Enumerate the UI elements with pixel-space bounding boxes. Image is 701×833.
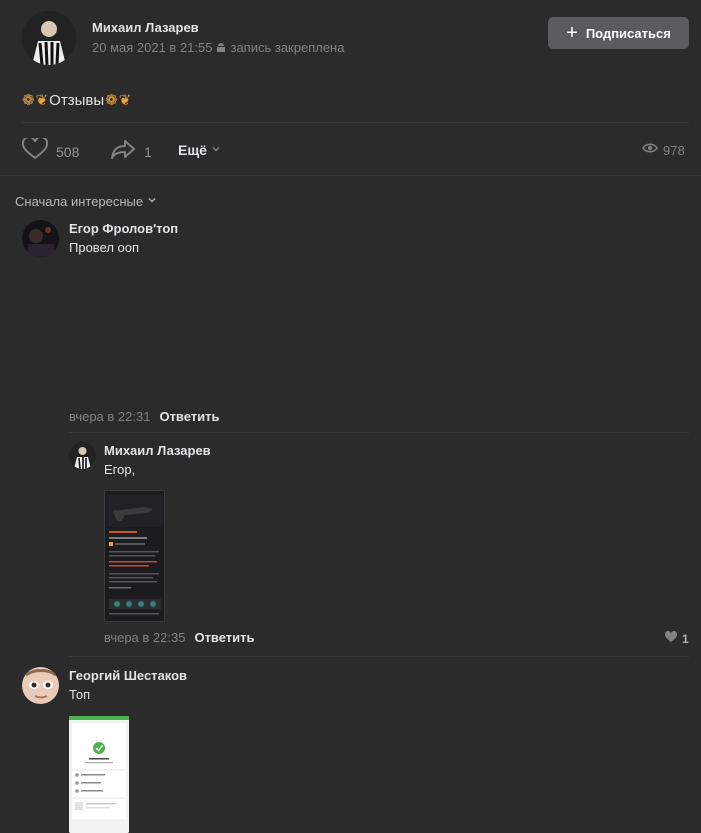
more-button[interactable]: Ещё <box>178 141 221 159</box>
subscribe-label: Подписаться <box>585 25 671 41</box>
comment-author[interactable]: Георгий Шестаков <box>69 668 187 683</box>
comment-divider <box>69 432 689 433</box>
eye-icon <box>642 141 658 159</box>
reply-text: Егор, <box>104 462 136 477</box>
comments-sort-label: Сначала интересные <box>15 193 144 209</box>
views-counter: 978 <box>642 141 685 159</box>
pinned-label: запись закреплена <box>230 40 345 55</box>
comments-sort-dropdown[interactable]: Сначала интересные <box>15 192 157 210</box>
commenter-avatar[interactable] <box>22 220 59 257</box>
comment-text: Топ <box>69 687 91 702</box>
reply-button[interactable]: Ответить <box>194 630 254 645</box>
share-button[interactable]: 1 <box>110 138 152 165</box>
android-icon <box>216 42 226 54</box>
share-arrow-icon <box>110 138 136 165</box>
heart-icon <box>21 135 49 165</box>
post-text-content: Отзывы <box>49 91 105 109</box>
share-count: 1 <box>144 143 152 160</box>
post-date[interactable]: 20 мая 2021 в 21:55 <box>92 40 212 55</box>
autumn-leaf-icon: ❦ <box>35 92 49 109</box>
more-label: Ещё <box>178 142 207 158</box>
post-text: ❁ ❦ Отзывы ❁ ❦ <box>22 91 132 110</box>
comment-footer: вчера в 22:31 Ответить <box>69 409 220 424</box>
maple-leaf-icon: ❁ <box>105 92 118 109</box>
comment-time[interactable]: вчера в 22:31 <box>69 409 150 424</box>
attached-screenshot[interactable] <box>69 716 129 833</box>
chevron-down-icon <box>147 192 157 210</box>
reply-time[interactable]: вчера в 22:35 <box>104 630 185 645</box>
commenter-avatar[interactable] <box>22 667 59 704</box>
like-button[interactable]: 508 <box>21 135 80 165</box>
plus-icon: + <box>566 22 578 44</box>
reply-like-button[interactable]: 1 <box>664 630 689 648</box>
comment-divider <box>69 656 689 657</box>
attached-screenshot[interactable] <box>104 490 165 622</box>
reply-button[interactable]: Ответить <box>159 409 219 424</box>
reply-like-count: 1 <box>682 632 689 646</box>
maple-leaf-icon: ❁ <box>22 92 35 109</box>
author-avatar[interactable] <box>22 11 76 65</box>
subscribe-button[interactable]: + Подписаться <box>548 17 689 49</box>
comment-author[interactable]: Егор Фролов'топ <box>69 221 178 236</box>
heart-icon <box>664 630 678 648</box>
chevron-down-icon <box>211 141 221 159</box>
like-count: 508 <box>56 143 80 160</box>
comment-text: Провел ооп <box>69 240 140 255</box>
views-count: 978 <box>663 142 685 158</box>
post-divider <box>22 122 689 123</box>
actions-divider <box>0 175 701 176</box>
autumn-leaf-icon: ❦ <box>118 92 132 109</box>
post-meta: 20 мая 2021 в 21:55 запись закреплена <box>92 40 344 55</box>
post-author-name[interactable]: Михаил Лазарев <box>92 20 199 35</box>
reply-author-avatar[interactable] <box>69 442 96 469</box>
reply-footer: вчера в 22:35 Ответить <box>104 630 255 645</box>
reply-author[interactable]: Михаил Лазарев <box>104 443 211 458</box>
